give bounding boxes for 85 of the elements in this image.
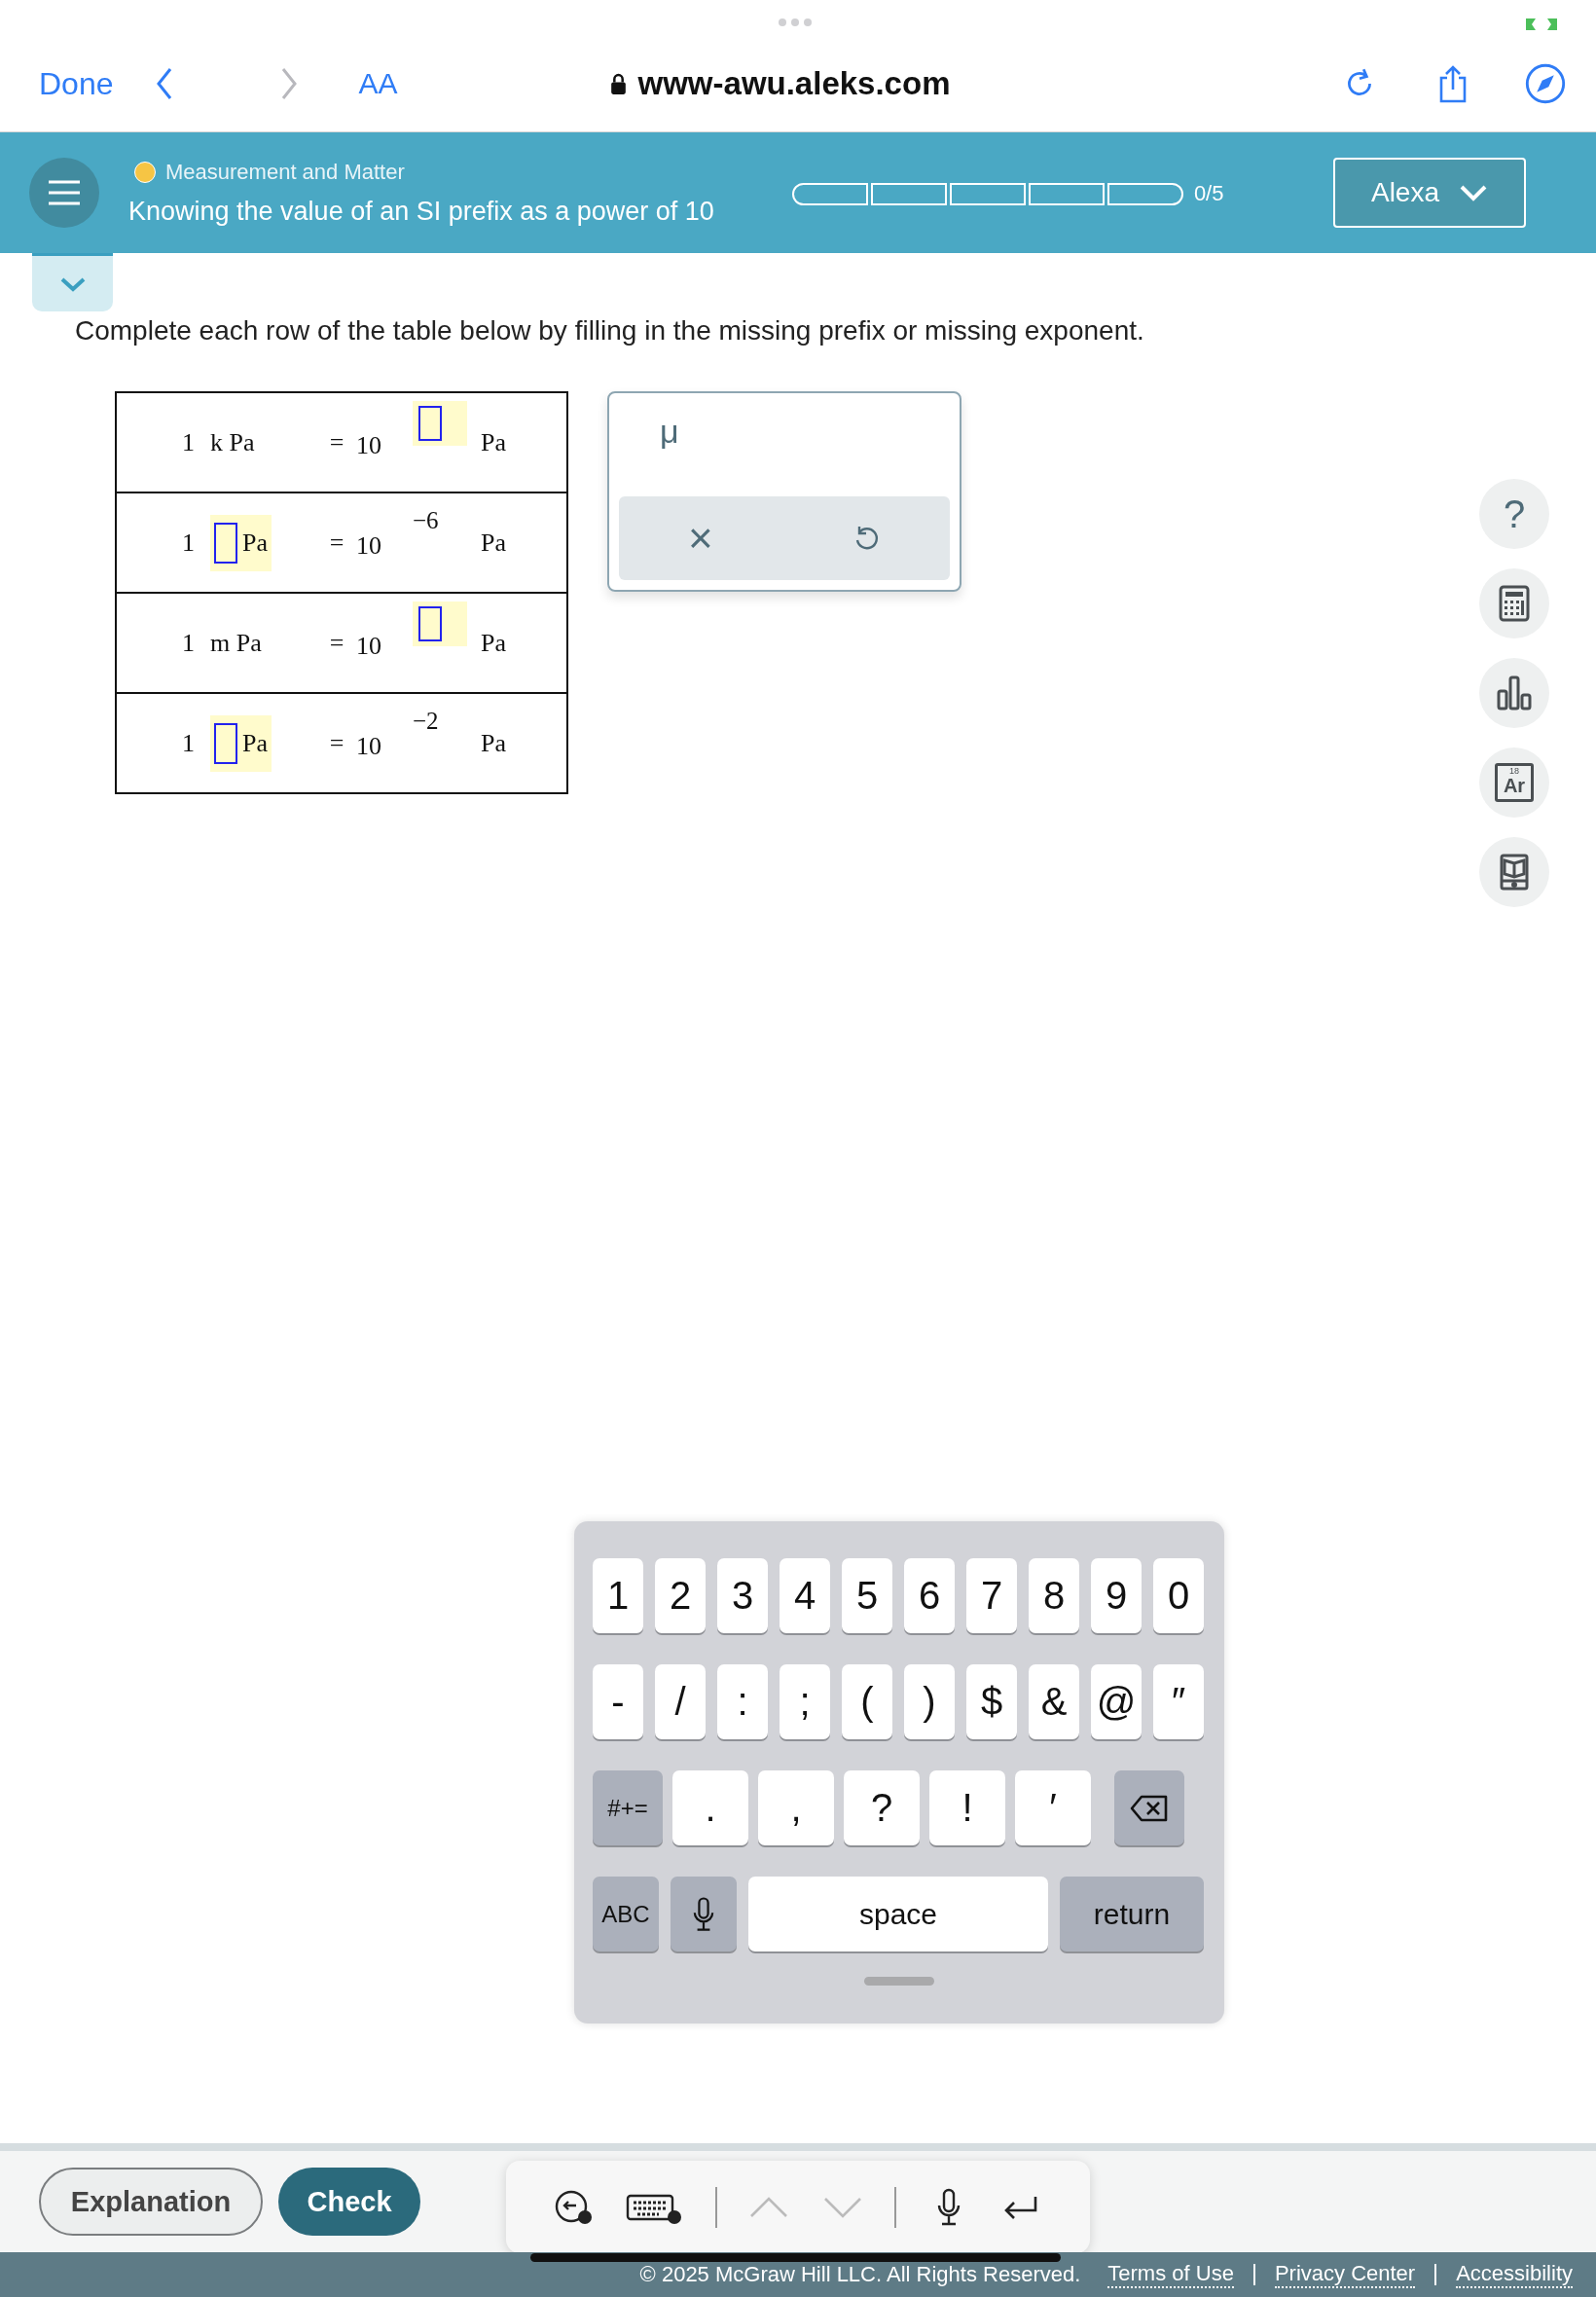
element-tile: 18 Ar	[1495, 763, 1534, 802]
dictation-key[interactable]	[671, 1877, 737, 1951]
keyboard-key[interactable]: ?	[844, 1770, 920, 1845]
math-text: =	[329, 427, 345, 457]
keyboard-key[interactable]: )	[904, 1664, 955, 1739]
topic-label: Measurement and Matter	[165, 159, 405, 185]
back-icon[interactable]	[154, 66, 174, 101]
exponent-field[interactable]	[413, 401, 467, 446]
footer-link[interactable]: Privacy Center	[1274, 2261, 1416, 2288]
check-button[interactable]: Check	[278, 2168, 420, 2236]
keyboard-key[interactable]: $	[966, 1664, 1017, 1739]
keyboard-key[interactable]: 5	[842, 1558, 892, 1633]
mu-button[interactable]: μ	[619, 393, 679, 461]
keyboard-key[interactable]: !	[929, 1770, 1005, 1845]
keyboard-key[interactable]: /	[655, 1664, 706, 1739]
keyboard-key[interactable]: 1	[593, 1558, 643, 1633]
status-dot	[134, 161, 156, 183]
keyboard-key[interactable]: ,	[758, 1770, 834, 1845]
return-key[interactable]: return	[1060, 1877, 1204, 1951]
math-text: 10	[356, 430, 381, 460]
keyboard-key[interactable]: .	[672, 1770, 748, 1845]
math-text: −2	[413, 708, 439, 735]
space-key[interactable]: space	[748, 1877, 1048, 1951]
math-text: k Pa	[210, 427, 255, 457]
math-text: Pa	[481, 528, 506, 558]
math-text: 1	[182, 728, 195, 758]
bar-chart-icon	[1495, 674, 1534, 712]
help-button[interactable]: ?	[1479, 479, 1549, 549]
math-text: =	[329, 728, 345, 758]
math-text: 10	[356, 631, 381, 661]
delete-icon	[1130, 1794, 1169, 1822]
periodic-button[interactable]: 18 Ar	[1479, 747, 1549, 818]
delete-key[interactable]	[1114, 1770, 1184, 1845]
keyboard-key[interactable]: ;	[780, 1664, 830, 1739]
math-text: 10	[356, 731, 381, 761]
keyboard-key[interactable]: 2	[655, 1558, 706, 1633]
keyboard-key[interactable]: @	[1091, 1664, 1142, 1739]
keyboard-mode-key[interactable]: ABC	[593, 1877, 659, 1951]
math-text: 1	[182, 427, 195, 457]
footer-link[interactable]: Accessibility	[1456, 2261, 1573, 2288]
keyboard-key[interactable]: 7	[966, 1558, 1017, 1633]
prefix-field[interactable]: Pa	[210, 714, 272, 772]
exponent-field[interactable]	[413, 602, 467, 646]
keyboard-key[interactable]: ′	[1015, 1770, 1091, 1845]
math-text: 10	[356, 530, 381, 561]
math-text: m Pa	[210, 628, 262, 658]
explanation-button[interactable]: Explanation	[39, 2168, 263, 2236]
resize-icon[interactable]	[1524, 17, 1559, 32]
keyboard-key[interactable]: 9	[1091, 1558, 1142, 1633]
math-text: =	[329, 528, 345, 558]
keyboard-mode-key[interactable]: #+=	[593, 1770, 663, 1845]
keyboard-key[interactable]: 8	[1029, 1558, 1079, 1633]
text-size-button[interactable]: AA	[358, 67, 398, 100]
math-text: Pa	[481, 427, 506, 457]
keyboard-key[interactable]: -	[593, 1664, 643, 1739]
footer-link[interactable]: Terms of Use	[1107, 2261, 1234, 2288]
keyboard-handle[interactable]	[864, 1977, 934, 1986]
copyright-text: © 2025 McGraw Hill LLC. All Rights Reserved.	[639, 2262, 1081, 2287]
done-button[interactable]: Done	[39, 65, 114, 102]
keyboard-key[interactable]: 4	[780, 1558, 830, 1633]
keyboard-key[interactable]: ″	[1153, 1664, 1204, 1739]
prefix-field[interactable]: Pa	[210, 514, 272, 571]
window-handle-icon[interactable]	[779, 18, 812, 26]
keyboard-key[interactable]: (	[842, 1664, 892, 1739]
collapse-button[interactable]	[32, 253, 113, 311]
compass-icon[interactable]	[1524, 62, 1567, 105]
chevron-icon	[1459, 183, 1488, 202]
math-text: −6	[413, 507, 439, 534]
math-text: 1	[182, 528, 195, 558]
progress-count: 0/5	[1193, 181, 1224, 206]
math-text: 1	[182, 628, 195, 658]
math-text: Pa	[481, 628, 506, 658]
keyboard-key[interactable]: :	[717, 1664, 768, 1739]
keyboard-key[interactable]: 3	[717, 1558, 768, 1633]
keyboard-key[interactable]: &	[1029, 1664, 1079, 1739]
math-text: =	[329, 628, 345, 658]
lesson-title: Knowing the value of an SI prefix as a power of 10	[128, 196, 714, 227]
microphone-icon	[693, 1895, 714, 1933]
url-text[interactable]: www-awu.aleks.com	[637, 65, 951, 102]
instruction-text: Complete each row of the table below by filling in the missing prefix or missing exponent.	[75, 315, 1144, 346]
lock-icon	[609, 72, 627, 95]
math-text: Pa	[481, 728, 506, 758]
keyboard-key[interactable]: 0	[1153, 1558, 1204, 1633]
clear-button[interactable]: ×	[688, 514, 713, 563]
keyboard-key[interactable]: 6	[904, 1558, 955, 1633]
